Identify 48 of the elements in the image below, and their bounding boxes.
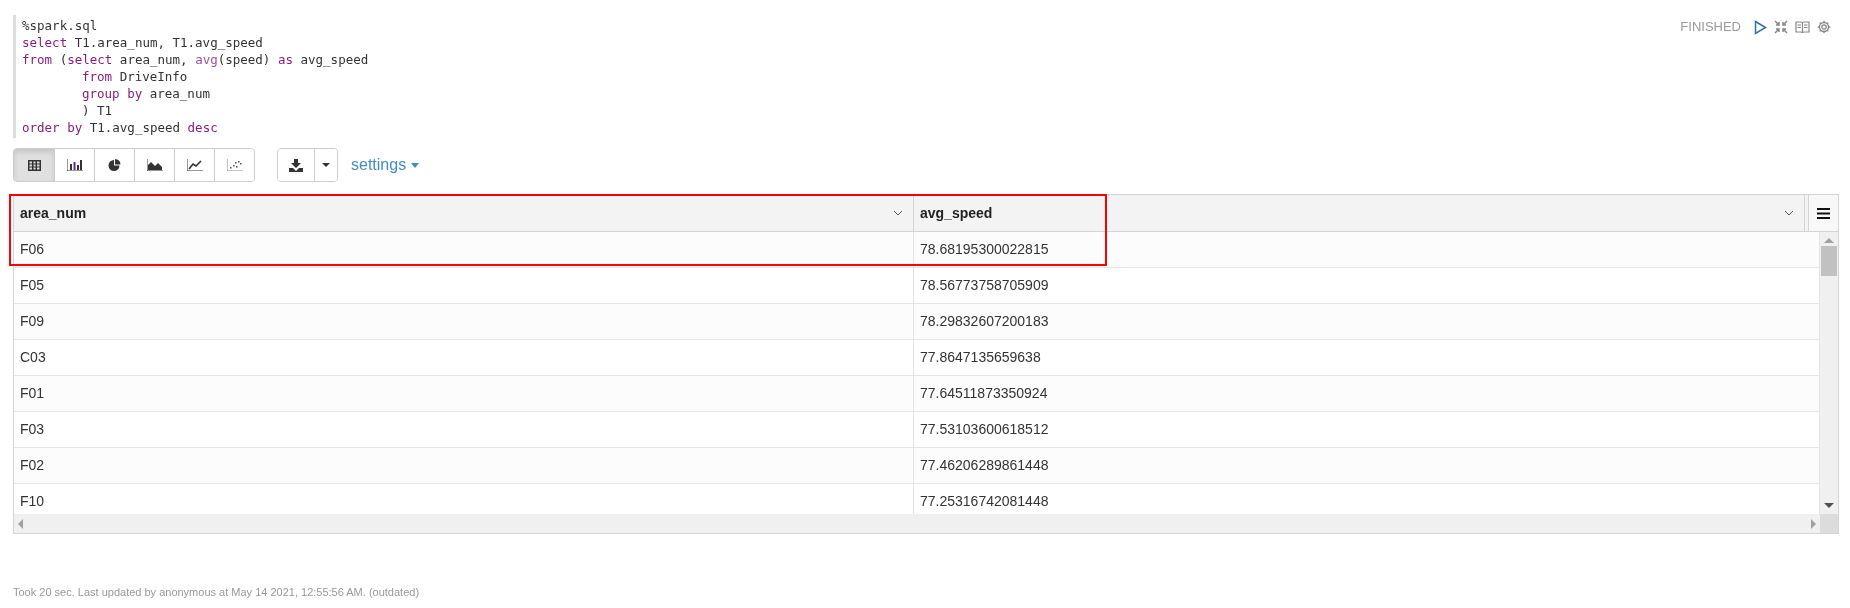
code-line: ) T1 <box>81 102 114 119</box>
column-header[interactable]: avg_speed <box>914 195 1805 231</box>
table-cell: F09 <box>14 304 914 339</box>
area-chart-icon <box>146 159 163 171</box>
code-line: order by T1.avg_speed desc <box>22 119 219 136</box>
chevron-down-icon[interactable] <box>893 210 903 216</box>
code-line: from DriveInfo <box>81 68 189 85</box>
line-chart-icon <box>186 159 203 171</box>
table-cell: F01 <box>14 376 914 411</box>
table-cell: F02 <box>14 448 914 483</box>
table-cell: F03 <box>14 412 914 447</box>
table-icon <box>27 159 41 171</box>
table-cell: C03 <box>14 340 914 375</box>
code-line: select T1.area_num, T1.avg_speed <box>22 34 264 51</box>
horizontal-scrollbar[interactable] <box>14 514 1820 533</box>
collapse-icon[interactable] <box>1774 20 1788 34</box>
code-line: %spark.sql <box>22 17 99 34</box>
scroll-down-icon[interactable] <box>1824 503 1834 508</box>
settings-icon[interactable] <box>1817 20 1831 34</box>
status-footer: Took 20 sec. Last updated by anonymous at May 14 2021, 12:55:56 AM. (outdated) <box>13 584 1837 601</box>
code-editor[interactable]: %spark.sql select T1.area_num, T1.avg_speed from (select area_num, avg(speed) as avg_speed from DriveInfo group by area_num ) T1 order by T1.avg_speed desc <box>13 15 369 138</box>
status-label: FINISHED <box>1680 18 1741 37</box>
column-title: avg_speed <box>920 203 993 223</box>
caret-icon <box>322 163 330 167</box>
column-header[interactable]: area_num <box>14 195 914 231</box>
run-icon[interactable] <box>1754 19 1767 35</box>
caret-icon <box>411 162 420 168</box>
scroll-right-icon[interactable] <box>1811 518 1816 529</box>
download-button[interactable] <box>278 149 315 181</box>
scroll-left-icon[interactable] <box>18 518 23 529</box>
pie-chart-icon <box>108 158 121 172</box>
code-line: from (select area_num, avg(speed) as avg_speed <box>22 51 369 68</box>
scatter-chart-icon <box>226 159 243 171</box>
vertical-scrollbar[interactable] <box>1820 232 1838 514</box>
menu-icon <box>1817 207 1830 219</box>
chevron-down-icon[interactable] <box>1784 210 1794 216</box>
scrollbar-thumb[interactable] <box>1821 246 1837 276</box>
table-cell: F05 <box>14 268 914 303</box>
book-icon[interactable] <box>1795 20 1810 34</box>
settings-link[interactable]: settings <box>351 153 420 177</box>
download-icon <box>289 158 303 172</box>
table-view-button[interactable] <box>14 149 54 181</box>
table-cell: F06 <box>14 232 914 267</box>
menu-button[interactable] <box>1808 195 1838 231</box>
bar-chart-icon <box>66 159 83 171</box>
code-line: group by area_num <box>81 85 211 102</box>
scroll-up-icon[interactable] <box>1824 238 1834 243</box>
column-title: area_num <box>20 203 87 223</box>
